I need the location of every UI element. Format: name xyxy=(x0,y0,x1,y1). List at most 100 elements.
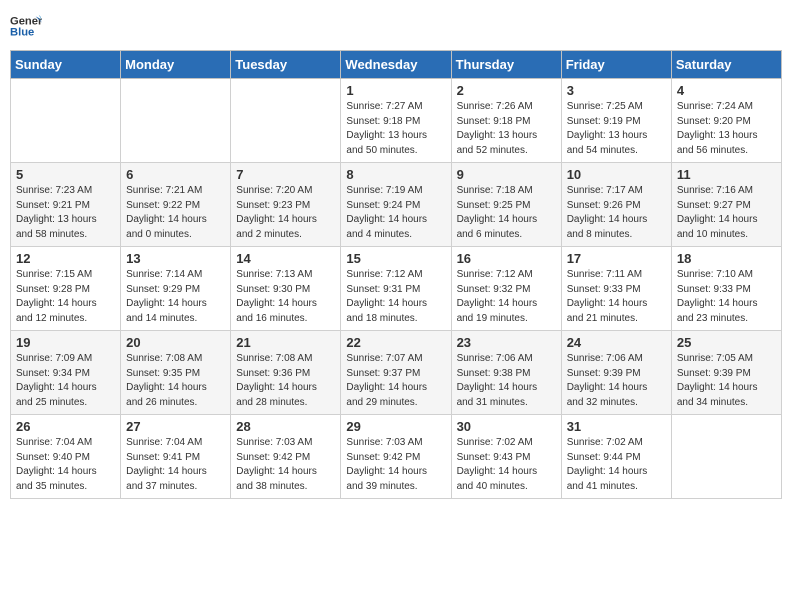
day-number: 9 xyxy=(457,167,556,182)
day-info: Sunrise: 7:09 AMSunset: 9:34 PMDaylight:… xyxy=(16,352,115,410)
day-number: 24 xyxy=(567,335,666,350)
calendar-cell: 16 Sunrise: 7:12 AMSunset: 9:32 PMDayligh… xyxy=(451,247,561,331)
day-number: 7 xyxy=(236,167,335,182)
day-number: 30 xyxy=(457,419,556,434)
calendar-cell: 9 Sunrise: 7:18 AMSunset: 9:25 PMDaylight… xyxy=(451,163,561,247)
calendar-table: SundayMondayTuesdayWednesdayThursdayFrid… xyxy=(10,50,782,499)
weekday-header-row: SundayMondayTuesdayWednesdayThursdayFrid… xyxy=(11,51,782,79)
day-info: Sunrise: 7:02 AMSunset: 9:43 PMDaylight:… xyxy=(457,436,556,494)
calendar-cell: 12Sunrise: 7:15 AMSunset: 9:28 PMDayligh… xyxy=(11,247,121,331)
day-info: Sunrise: 7:13 AMSunset: 9:30 PMDaylight:… xyxy=(236,268,335,326)
day-number: 6 xyxy=(126,167,225,182)
day-info: Sunrise: 7:20 AMSunset: 9:23 PMDaylight:… xyxy=(236,184,335,242)
calendar-cell: 24 Sunrise: 7:06 AMSunset: 9:39 PMDayligh… xyxy=(561,331,671,415)
weekday-header-saturday: Saturday xyxy=(671,51,781,79)
day-number: 28 xyxy=(236,419,335,434)
day-number: 3 xyxy=(567,83,666,98)
day-info: Sunrise: 7:18 AMSunset: 9:25 PMDaylight:… xyxy=(457,184,556,242)
day-info: Sunrise: 7:08 AMSunset: 9:35 PMDaylight:… xyxy=(126,352,225,410)
day-info: Sunrise: 7:26 AMSunset: 9:18 PMDaylight:… xyxy=(457,100,556,158)
calendar-cell: 11 Sunrise: 7:16 AMSunset: 9:27 PMDayligh… xyxy=(671,163,781,247)
day-info: Sunrise: 7:10 AMSunset: 9:33 PMDaylight:… xyxy=(677,268,776,326)
day-info: Sunrise: 7:07 AMSunset: 9:37 PMDaylight:… xyxy=(346,352,445,410)
calendar-cell: 21Sunrise: 7:08 AMSunset: 9:36 PMDayligh… xyxy=(231,331,341,415)
calendar-week-row: 26Sunrise: 7:04 AMSunset: 9:40 PMDayligh… xyxy=(11,415,782,499)
day-number: 20 xyxy=(126,335,225,350)
day-info: Sunrise: 7:03 AMSunset: 9:42 PMDaylight:… xyxy=(346,436,445,494)
day-info: Sunrise: 7:16 AMSunset: 9:27 PMDaylight:… xyxy=(677,184,776,242)
weekday-header-sunday: Sunday xyxy=(11,51,121,79)
day-number: 13 xyxy=(126,251,225,266)
logo-icon: General Blue xyxy=(10,10,42,42)
calendar-cell: 30 Sunrise: 7:02 AMSunset: 9:43 PMDayligh… xyxy=(451,415,561,499)
calendar-cell: 31Sunrise: 7:02 AMSunset: 9:44 PMDayligh… xyxy=(561,415,671,499)
day-number: 29 xyxy=(346,419,445,434)
day-info: Sunrise: 7:06 AMSunset: 9:39 PMDaylight:… xyxy=(567,352,666,410)
day-info: Sunrise: 7:05 AMSunset: 9:39 PMDaylight:… xyxy=(677,352,776,410)
day-info: Sunrise: 7:27 AMSunset: 9:18 PMDaylight:… xyxy=(346,100,445,158)
day-info: Sunrise: 7:19 AMSunset: 9:24 PMDaylight:… xyxy=(346,184,445,242)
calendar-cell: 29 Sunrise: 7:03 AMSunset: 9:42 PMDayligh… xyxy=(341,415,451,499)
calendar-cell: 7 Sunrise: 7:20 AMSunset: 9:23 PMDaylight… xyxy=(231,163,341,247)
calendar-cell: 5Sunrise: 7:23 AMSunset: 9:21 PMDaylight… xyxy=(11,163,121,247)
day-number: 27 xyxy=(126,419,225,434)
calendar-cell xyxy=(671,415,781,499)
day-info: Sunrise: 7:12 AMSunset: 9:32 PMDaylight:… xyxy=(457,268,556,326)
svg-text:Blue: Blue xyxy=(10,27,34,39)
day-info: Sunrise: 7:11 AMSunset: 9:33 PMDaylight:… xyxy=(567,268,666,326)
calendar-cell: 13 Sunrise: 7:14 AMSunset: 9:29 PMDayligh… xyxy=(121,247,231,331)
day-number: 2 xyxy=(457,83,556,98)
calendar-cell: 4 Sunrise: 7:24 AMSunset: 9:20 PMDaylight… xyxy=(671,79,781,163)
calendar-cell xyxy=(11,79,121,163)
calendar-cell: 6 Sunrise: 7:21 AMSunset: 9:22 PMDaylight… xyxy=(121,163,231,247)
calendar-cell: 26Sunrise: 7:04 AMSunset: 9:40 PMDayligh… xyxy=(11,415,121,499)
day-number: 25 xyxy=(677,335,776,350)
day-info: Sunrise: 7:03 AMSunset: 9:42 PMDaylight:… xyxy=(236,436,335,494)
day-info: Sunrise: 7:21 AMSunset: 9:22 PMDaylight:… xyxy=(126,184,225,242)
day-number: 4 xyxy=(677,83,776,98)
calendar-week-row: 19 Sunrise: 7:09 AMSunset: 9:34 PMDayligh… xyxy=(11,331,782,415)
day-info: Sunrise: 7:17 AMSunset: 9:26 PMDaylight:… xyxy=(567,184,666,242)
day-info: Sunrise: 7:08 AMSunset: 9:36 PMDaylight:… xyxy=(236,352,335,410)
calendar-cell: 19 Sunrise: 7:09 AMSunset: 9:34 PMDayligh… xyxy=(11,331,121,415)
calendar-cell xyxy=(231,79,341,163)
day-number: 15 xyxy=(346,251,445,266)
day-number: 8 xyxy=(346,167,445,182)
day-number: 1 xyxy=(346,83,445,98)
calendar-cell: 14 Sunrise: 7:13 AMSunset: 9:30 PMDayligh… xyxy=(231,247,341,331)
day-number: 14 xyxy=(236,251,335,266)
logo: General Blue xyxy=(10,10,42,42)
day-number: 23 xyxy=(457,335,556,350)
calendar-cell: 25 Sunrise: 7:05 AMSunset: 9:39 PMDayligh… xyxy=(671,331,781,415)
day-number: 26 xyxy=(16,419,115,434)
weekday-header-tuesday: Tuesday xyxy=(231,51,341,79)
calendar-week-row: 1 Sunrise: 7:27 AMSunset: 9:18 PMDaylight… xyxy=(11,79,782,163)
day-number: 11 xyxy=(677,167,776,182)
weekday-header-thursday: Thursday xyxy=(451,51,561,79)
day-info: Sunrise: 7:04 AMSunset: 9:41 PMDaylight:… xyxy=(126,436,225,494)
day-number: 31 xyxy=(567,419,666,434)
day-number: 10 xyxy=(567,167,666,182)
calendar-week-row: 12Sunrise: 7:15 AMSunset: 9:28 PMDayligh… xyxy=(11,247,782,331)
day-info: Sunrise: 7:12 AMSunset: 9:31 PMDaylight:… xyxy=(346,268,445,326)
calendar-cell: 27 Sunrise: 7:04 AMSunset: 9:41 PMDayligh… xyxy=(121,415,231,499)
calendar-cell: 2 Sunrise: 7:26 AMSunset: 9:18 PMDaylight… xyxy=(451,79,561,163)
day-number: 18 xyxy=(677,251,776,266)
day-number: 5 xyxy=(16,167,115,182)
calendar-cell: 18 Sunrise: 7:10 AMSunset: 9:33 PMDayligh… xyxy=(671,247,781,331)
calendar-week-row: 5Sunrise: 7:23 AMSunset: 9:21 PMDaylight… xyxy=(11,163,782,247)
calendar-cell: 17Sunrise: 7:11 AMSunset: 9:33 PMDayligh… xyxy=(561,247,671,331)
day-number: 16 xyxy=(457,251,556,266)
day-info: Sunrise: 7:24 AMSunset: 9:20 PMDaylight:… xyxy=(677,100,776,158)
calendar-cell: 3 Sunrise: 7:25 AMSunset: 9:19 PMDaylight… xyxy=(561,79,671,163)
day-number: 19 xyxy=(16,335,115,350)
weekday-header-friday: Friday xyxy=(561,51,671,79)
day-number: 22 xyxy=(346,335,445,350)
day-info: Sunrise: 7:06 AMSunset: 9:38 PMDaylight:… xyxy=(457,352,556,410)
day-info: Sunrise: 7:25 AMSunset: 9:19 PMDaylight:… xyxy=(567,100,666,158)
page-header: General Blue xyxy=(10,10,782,42)
day-info: Sunrise: 7:14 AMSunset: 9:29 PMDaylight:… xyxy=(126,268,225,326)
day-info: Sunrise: 7:15 AMSunset: 9:28 PMDaylight:… xyxy=(16,268,115,326)
calendar-cell xyxy=(121,79,231,163)
calendar-cell: 22 Sunrise: 7:07 AMSunset: 9:37 PMDayligh… xyxy=(341,331,451,415)
